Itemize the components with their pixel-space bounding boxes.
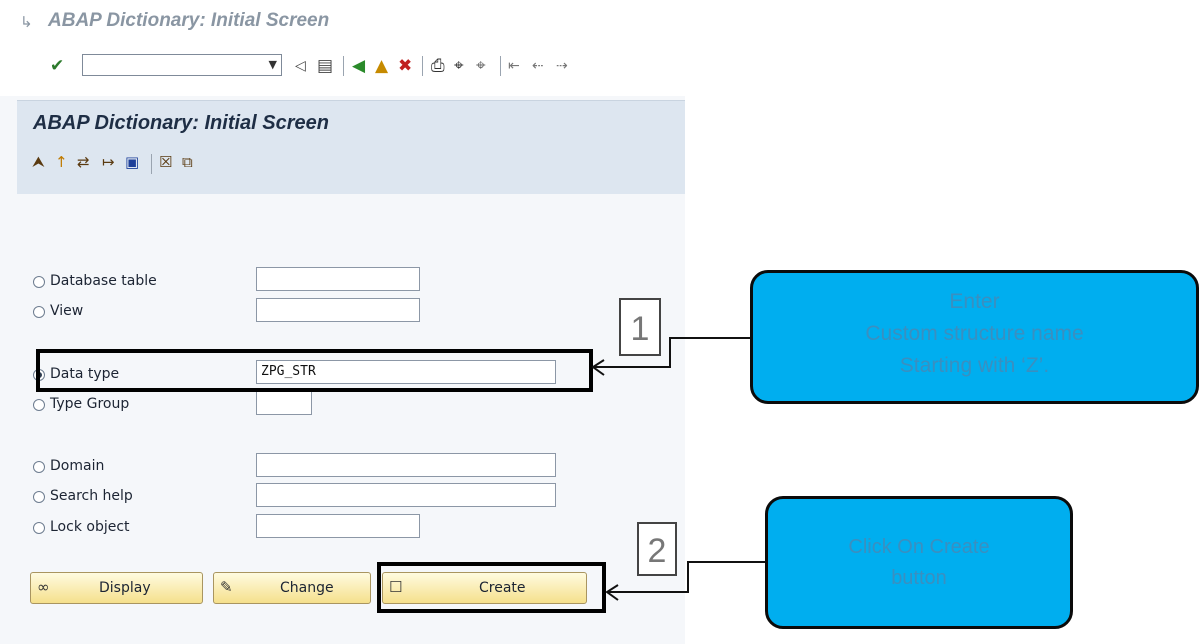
callout-step-1: Enter Custom structure name Starting wit… — [750, 270, 1199, 404]
callout-line: Starting with ‘Z’. — [899, 354, 1050, 377]
connector-line-1 — [593, 337, 752, 368]
callout-line: button — [891, 567, 947, 589]
callout-line: Enter — [949, 290, 1000, 313]
callout-line: Custom structure name — [865, 322, 1084, 345]
callout-line: Click On Create — [848, 536, 990, 558]
callout-step-2: Click On Create button — [765, 496, 1073, 629]
connector-line-2 — [607, 561, 765, 593]
